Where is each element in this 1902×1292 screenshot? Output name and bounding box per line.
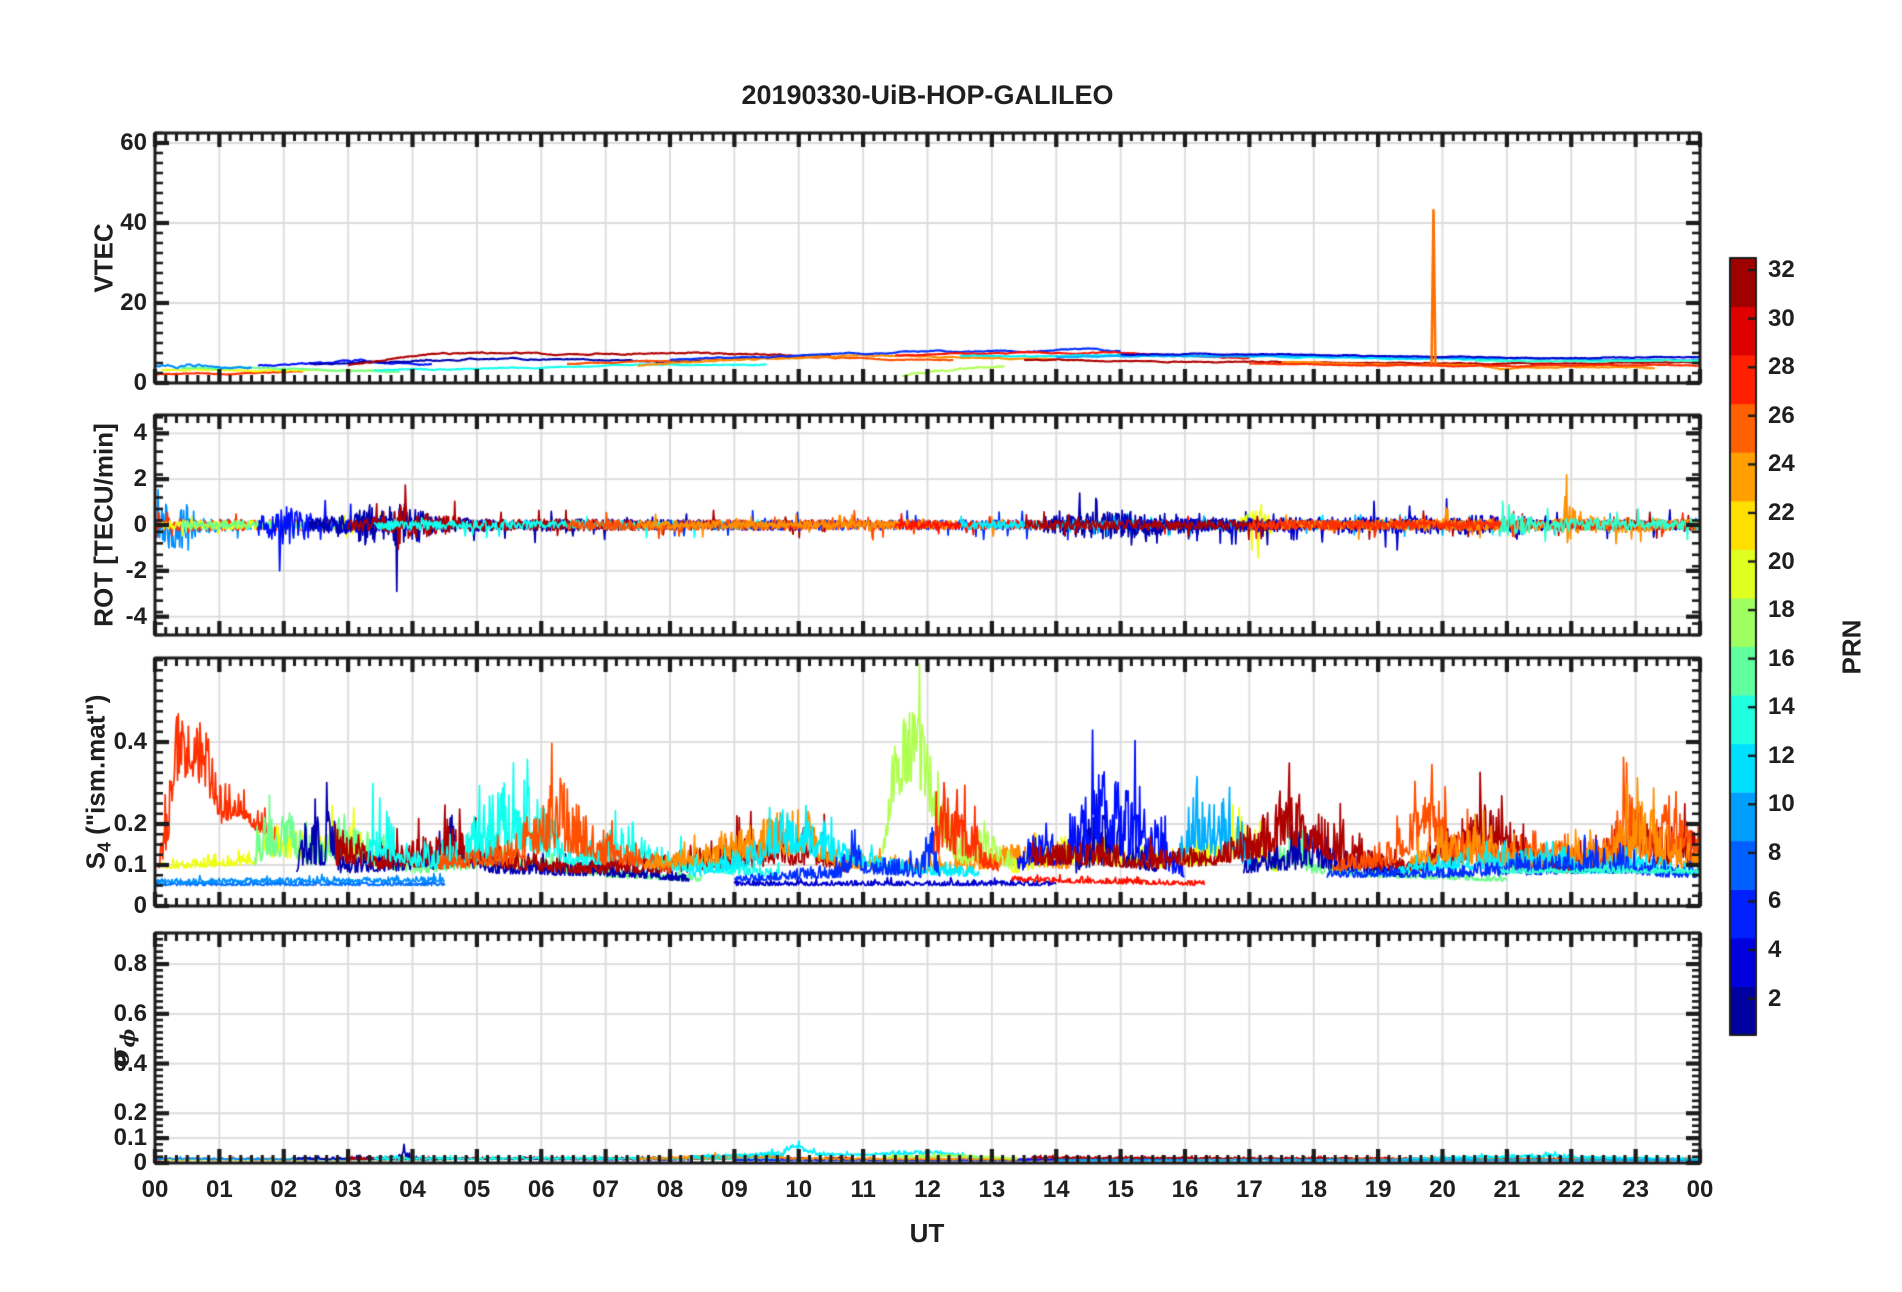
colorbar-tick-label: 12 [1768,741,1795,769]
x-tick-label: 18 [1300,1176,1328,1203]
x-tick-label: 14 [1042,1176,1070,1203]
chart-title: 20190330-UiB-HOP-GALILEO [741,80,1114,110]
y-tick-label: 0.1 [113,851,147,878]
figure: 20190330-UiB-HOP-GALILEO VTEC ROT [TECU/… [0,0,1902,1292]
colorbar-tick-label: 28 [1768,353,1795,381]
colorbar-tick-label: 16 [1768,644,1795,672]
y-tick-label: 2 [133,465,147,493]
x-tick-label: 12 [914,1176,941,1203]
colorbar-tick-label: 2 [1768,984,1782,1012]
y-tick-label: -2 [125,556,147,584]
y-tick-label: 0 [133,892,147,919]
x-axis-label: UT [909,1218,945,1248]
x-tick-label: 16 [1171,1176,1199,1203]
x-tick-label: 03 [334,1176,362,1203]
y-tick-label: -4 [125,602,147,630]
y-tick-label: 0.2 [113,1099,147,1127]
colorbar-tick-label: 8 [1768,838,1782,866]
x-tick-label: 05 [463,1176,491,1203]
sigma-label-sub: ϕ [115,1028,140,1048]
y-axis-label-s4: S4 ("ism.mat") [80,695,115,870]
x-tick-label: 13 [978,1176,1006,1203]
x-tick-label: 02 [270,1176,298,1203]
x-tick-label: 23 [1622,1176,1649,1203]
x-tick-label: 10 [785,1176,813,1203]
x-tick-label: 21 [1493,1176,1521,1203]
colorbar-tick-label: 24 [1768,450,1795,478]
colorbar-tick-label: 26 [1768,401,1795,429]
y-tick-label: 40 [120,209,147,236]
x-tick-label: 11 [850,1176,876,1203]
x-tick-label: 20 [1429,1176,1456,1203]
x-tick-label: 17 [1236,1176,1263,1203]
y-tick-label: 0.6 [113,999,147,1027]
x-tick-label: 22 [1557,1176,1585,1203]
colorbar-tick-label: 20 [1768,547,1795,575]
y-tick-label: 0.8 [113,950,147,978]
x-tick-label: 08 [656,1176,684,1203]
y-tick-label: 0.4 [113,1049,147,1077]
x-tick-label: 07 [592,1176,619,1203]
x-tick-label: 00 [1686,1176,1714,1203]
y-tick-label: 0 [133,369,147,396]
x-tick-label: 09 [721,1176,748,1203]
colorbar-tick-label: 30 [1768,304,1795,332]
colorbar-label: PRN [1836,619,1867,675]
y-tick-label: 0.2 [113,810,147,838]
y-tick-label: 0.1 [113,1124,147,1152]
x-tick-label: 15 [1107,1176,1134,1203]
x-tick-label: 04 [399,1176,426,1203]
plot-canvas [0,0,1902,1292]
x-tick-label: 06 [527,1176,555,1203]
colorbar-tick-label: 14 [1768,693,1795,721]
y-tick-label: 0 [133,1149,147,1176]
y-tick-label: 4 [133,419,147,447]
x-tick-label: 00 [141,1176,169,1203]
y-tick-label: 20 [120,289,147,316]
colorbar-tick-label: 10 [1768,790,1795,818]
y-tick-label: 0.4 [113,728,147,756]
colorbar-tick-label: 4 [1768,936,1782,964]
colorbar-tick-label: 32 [1768,256,1795,284]
x-tick-label: 19 [1364,1176,1392,1203]
y-tick-label: 60 [120,129,147,156]
x-tick-label: 01 [206,1176,233,1203]
colorbar-tick-label: 22 [1768,498,1795,526]
y-tick-label: 0 [133,511,147,538]
colorbar-tick-label: 6 [1768,887,1782,915]
colorbar-tick-label: 18 [1768,596,1795,624]
